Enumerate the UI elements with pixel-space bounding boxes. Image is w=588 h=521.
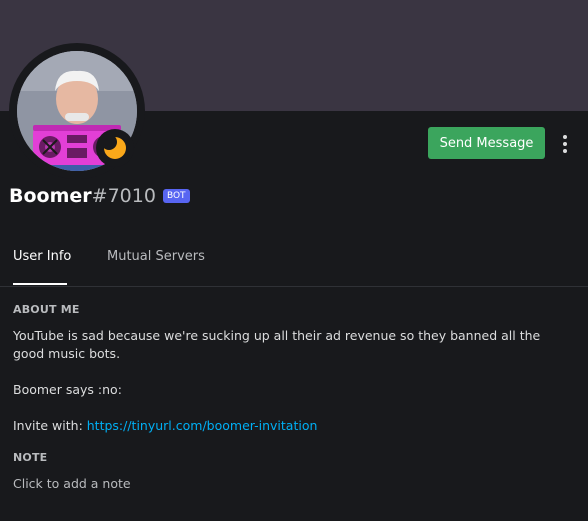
note-input[interactable]: Click to add a note [13,475,131,493]
bot-tag: BOT [162,189,190,203]
discriminator: #7010 [91,185,156,207]
divider [0,286,588,287]
about-me-heading: ABOUT ME [13,303,80,316]
send-message-button[interactable]: Send Message [428,127,545,159]
about-me-text: YouTube is sad because we're sucking up … [13,328,541,361]
note-heading: NOTE [13,451,48,464]
tab-mutual-servers[interactable]: Mutual Servers [107,249,205,264]
invite-prefix: Invite with: [13,418,87,433]
invite-line: Invite with: https://tinyurl.com/boomer-… [13,417,317,435]
invite-link[interactable]: https://tinyurl.com/boomer-invitation [87,418,318,433]
vertical-ellipsis-icon[interactable] [556,131,574,157]
about-me-says: Boomer says :no: [13,382,122,397]
user-name-row: Boomer #7010 BOT [9,185,190,207]
username: Boomer [9,185,92,207]
tab-user-info[interactable]: User Info [13,249,71,264]
profile-tabs: User Info Mutual Servers [0,243,588,287]
idle-status-icon [103,136,126,159]
active-tab-indicator [13,283,67,285]
